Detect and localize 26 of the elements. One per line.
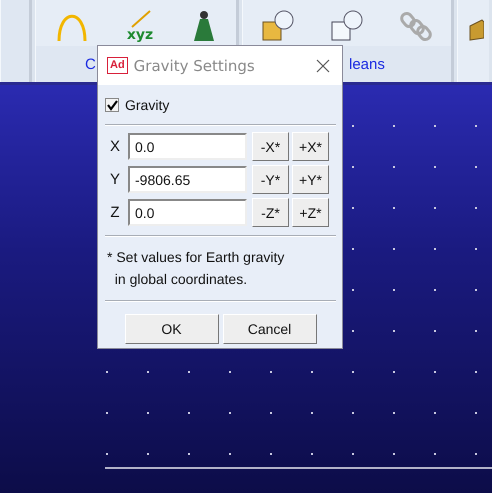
close-icon[interactable] bbox=[316, 58, 330, 72]
direction-button[interactable]: -Z* bbox=[252, 198, 289, 227]
ribbon-group-label: C bbox=[85, 56, 96, 72]
box-sphere-icon[interactable] bbox=[262, 10, 294, 42]
direction-button[interactable]: -X* bbox=[252, 132, 289, 161]
note-text: * Set values for Earth gravity in global coordinates. bbox=[106, 248, 286, 289]
direction-button[interactable]: +Y* bbox=[292, 165, 329, 194]
input-field[interactable]: 0.0 bbox=[128, 199, 247, 226]
cone-icon[interactable] bbox=[192, 10, 216, 42]
checkbox-label: Gravity bbox=[125, 97, 170, 113]
input-field[interactable]: -9806.65 bbox=[128, 166, 247, 193]
direction-button[interactable]: +X* bbox=[292, 132, 329, 161]
axis-label: Y bbox=[108, 171, 121, 188]
dialog-button[interactable]: OK bbox=[124, 314, 218, 344]
ribbon-group-label: leans bbox=[349, 56, 385, 72]
direction-button[interactable]: +Z* bbox=[292, 198, 329, 227]
dialog-button[interactable]: Cancel bbox=[222, 314, 316, 344]
axis-label: X bbox=[108, 138, 121, 155]
direction-button[interactable]: -Y* bbox=[252, 165, 289, 194]
dialog-title: Gravity Settings bbox=[134, 56, 256, 74]
box-sphere-icon[interactable] bbox=[330, 10, 363, 42]
app-badge: Ad bbox=[107, 57, 128, 74]
input-field[interactable]: 0.0 bbox=[128, 133, 247, 160]
checkbox[interactable] bbox=[105, 98, 119, 112]
axis-icon-label[interactable]: xyz bbox=[126, 28, 154, 42]
axis-label: Z bbox=[109, 204, 121, 221]
